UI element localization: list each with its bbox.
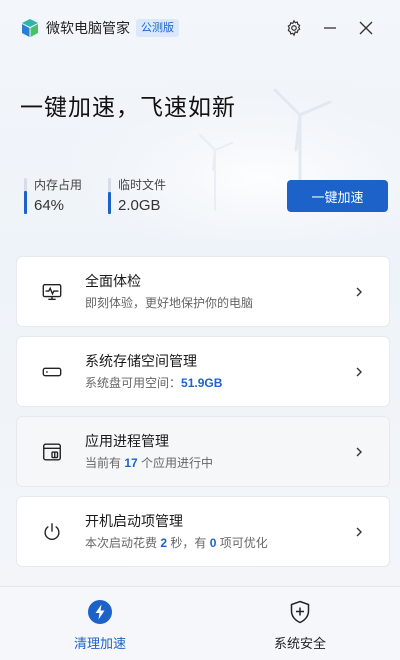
- startup-apps-title: 开机启动项管理: [85, 513, 183, 529]
- chevron-right-icon: [356, 367, 362, 376]
- health-check-monitor-icon: [42, 283, 62, 300]
- app-process-subtitle: 当前有 17 个应用进行中: [85, 456, 214, 470]
- storage-management-card[interactable]: 系统存储空间管理 系统盘可用空间：51.9GB: [16, 336, 390, 407]
- lightning-icon: [88, 600, 112, 624]
- health-check-title: 全面体检: [85, 273, 141, 289]
- memory-usage-value: 64%: [34, 197, 65, 214]
- shield-plus-icon: [290, 600, 310, 624]
- memory-usage-bar: [24, 178, 27, 214]
- bottom-nav: 清理加速 系统安全: [0, 586, 400, 660]
- app-process-icon: [43, 443, 61, 460]
- chevron-right-icon: [356, 287, 362, 296]
- title-bar: 微软电脑管家 公测版: [0, 0, 400, 56]
- memory-usage-label: 内存占用: [34, 178, 83, 192]
- chevron-right-icon: [356, 527, 362, 536]
- temp-files-value: 2.0GB: [118, 197, 161, 214]
- temp-files-label: 临时文件: [118, 178, 167, 192]
- nav-cleanup-boost[interactable]: 清理加速: [0, 587, 200, 660]
- storage-management-title: 系统存储空间管理: [85, 353, 197, 369]
- close-icon: [359, 21, 373, 35]
- startup-apps-subtitle: 本次启动花费 2 秒，有 0 项可优化: [85, 536, 268, 550]
- app-process-title: 应用进程管理: [85, 433, 169, 449]
- storage-management-subtitle: 系统盘可用空间：51.9GB: [85, 376, 223, 390]
- nav-system-security-label: 系统安全: [273, 636, 326, 651]
- one-click-boost-button[interactable]: 一键加速: [287, 180, 388, 212]
- pc-manager-logo: [22, 19, 38, 37]
- minimize-icon: [324, 27, 336, 29]
- startup-apps-card[interactable]: 开机启动项管理 本次启动花费 2 秒，有 0 项可优化: [16, 496, 390, 567]
- stats-panel: 内存占用 64% 临时文件 2.0GB: [24, 178, 192, 215]
- edition-badge: 公测版: [136, 19, 179, 37]
- app-process-management-card[interactable]: 应用进程管理 当前有 17 个应用进行中: [16, 416, 390, 487]
- free-space-value: 51.9GB: [181, 376, 223, 390]
- minimize-button[interactable]: [312, 10, 348, 46]
- power-icon: [44, 522, 60, 540]
- temp-files-stat: 临时文件 2.0GB: [108, 178, 166, 215]
- memory-usage-stat: 内存占用 64%: [24, 178, 82, 215]
- settings-button[interactable]: [276, 10, 312, 46]
- hero-title: 一键加速，飞速如新: [20, 94, 236, 120]
- pc-manager-window: 微软电脑管家 公测版 一键加速，飞速如新 内存占用 64% 临时文件 2.0GB…: [0, 0, 400, 660]
- temp-files-bar: [108, 178, 112, 214]
- chevron-right-icon: [356, 447, 362, 456]
- nav-cleanup-boost-label: 清理加速: [73, 636, 126, 651]
- gear-icon: [287, 19, 301, 37]
- health-check-card[interactable]: 全面体检 即刻体验，更好地保护你的电脑: [16, 256, 390, 327]
- health-check-subtitle: 即刻体验，更好地保护你的电脑: [85, 296, 254, 310]
- storage-drive-icon: [42, 367, 62, 376]
- app-title: 微软电脑管家: [46, 20, 130, 36]
- running-app-count: 17: [124, 456, 138, 470]
- close-button[interactable]: [348, 10, 384, 46]
- nav-system-security[interactable]: 系统安全: [200, 587, 400, 660]
- window-controls: [276, 10, 384, 46]
